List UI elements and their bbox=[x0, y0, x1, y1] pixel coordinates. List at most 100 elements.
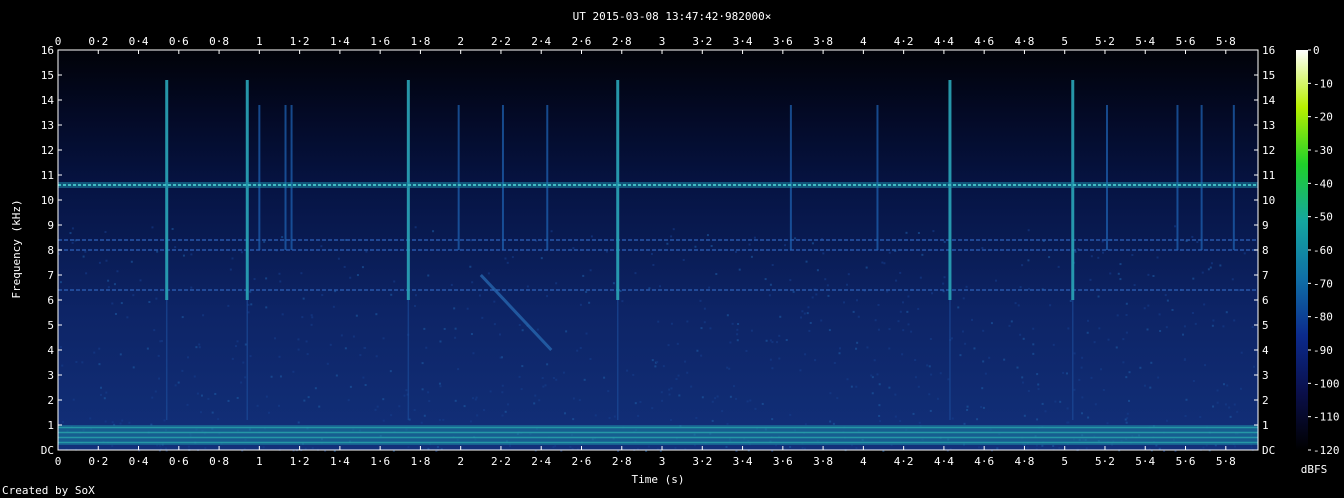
noise-speck bbox=[917, 307, 920, 310]
noise-speck bbox=[829, 392, 832, 395]
noise-speck bbox=[943, 276, 946, 279]
noise-speck bbox=[881, 261, 884, 264]
noise-speck bbox=[579, 303, 582, 306]
noise-speck bbox=[910, 330, 913, 333]
x-tick-label: 3·8 bbox=[813, 455, 833, 468]
noise-speck bbox=[1021, 381, 1024, 384]
colorbar-tick-label: -80 bbox=[1313, 311, 1333, 324]
noise-speck bbox=[163, 419, 166, 422]
noise-speck bbox=[988, 356, 991, 359]
noise-speck bbox=[1014, 302, 1017, 305]
x-tick-label: 3·6 bbox=[773, 35, 793, 48]
noise-speck bbox=[1052, 343, 1055, 346]
noise-speck bbox=[966, 408, 969, 411]
noise-speck bbox=[1086, 331, 1089, 334]
noise-speck bbox=[852, 310, 855, 313]
noise-speck bbox=[855, 447, 858, 450]
noise-speck bbox=[344, 347, 347, 350]
noise-speck bbox=[82, 255, 85, 258]
noise-speck bbox=[684, 360, 687, 363]
x-tick-label: 2·2 bbox=[491, 35, 511, 48]
colorbar-tick-label: -10 bbox=[1313, 77, 1333, 90]
noise-speck bbox=[103, 397, 106, 400]
noise-speck bbox=[1253, 365, 1256, 368]
noise-speck bbox=[1157, 376, 1160, 379]
noise-speck bbox=[656, 361, 659, 364]
noise-speck bbox=[682, 258, 685, 261]
x-tick-label: 5·8 bbox=[1216, 455, 1236, 468]
noise-speck bbox=[158, 377, 161, 380]
noise-speck bbox=[738, 268, 741, 271]
noise-speck bbox=[768, 294, 771, 297]
noise-speck bbox=[128, 421, 131, 424]
noise-speck bbox=[878, 383, 881, 386]
x-tick-label: 4 bbox=[860, 455, 867, 468]
noise-speck bbox=[1251, 326, 1254, 329]
noise-speck bbox=[931, 292, 934, 295]
noise-speck bbox=[1098, 327, 1101, 330]
noise-speck bbox=[1081, 396, 1084, 399]
noise-speck bbox=[1156, 256, 1159, 259]
noise-speck bbox=[59, 281, 62, 284]
noise-speck bbox=[1226, 384, 1229, 387]
noise-speck bbox=[1109, 272, 1112, 275]
noise-speck bbox=[202, 314, 205, 317]
noise-speck bbox=[1146, 328, 1149, 331]
noise-speck bbox=[736, 328, 739, 331]
y-tick-label: 2 bbox=[1262, 394, 1269, 407]
noise-speck bbox=[538, 399, 541, 402]
noise-speck bbox=[71, 241, 74, 244]
noise-speck bbox=[801, 447, 804, 450]
noise-speck bbox=[414, 226, 417, 229]
noise-speck bbox=[982, 406, 985, 409]
noise-speck bbox=[504, 257, 507, 260]
x-tick-label: 4·2 bbox=[894, 455, 914, 468]
noise-speck bbox=[632, 373, 635, 376]
noise-speck bbox=[1147, 273, 1150, 276]
noise-speck bbox=[565, 330, 568, 333]
noise-speck bbox=[439, 340, 442, 343]
noise-speck bbox=[901, 301, 904, 304]
noise-speck bbox=[469, 265, 472, 268]
noise-speck bbox=[154, 390, 157, 393]
noise-speck bbox=[879, 420, 882, 423]
x-tick-label: 2 bbox=[457, 35, 464, 48]
x-tick-label: 1·8 bbox=[410, 455, 430, 468]
noise-speck bbox=[361, 266, 364, 269]
noise-speck bbox=[1008, 324, 1011, 327]
noise-speck bbox=[364, 384, 367, 387]
noise-speck bbox=[654, 365, 657, 368]
noise-speck bbox=[542, 385, 545, 388]
noise-speck bbox=[803, 312, 806, 315]
noise-speck bbox=[114, 312, 117, 315]
noise-speck bbox=[130, 260, 133, 263]
x-tick-label: 1·4 bbox=[330, 35, 350, 48]
noise-speck bbox=[855, 385, 858, 388]
noise-speck bbox=[98, 347, 101, 350]
noise-speck bbox=[335, 374, 338, 377]
noise-speck bbox=[846, 378, 849, 381]
noise-speck bbox=[278, 272, 281, 275]
x-tick-label: 3·2 bbox=[692, 455, 712, 468]
noise-speck bbox=[856, 299, 859, 302]
noise-speck bbox=[750, 255, 753, 258]
noise-speck bbox=[113, 283, 116, 286]
y-axis-label: Frequency (kHz) bbox=[10, 199, 23, 298]
created-by-credit: Created by SoX bbox=[2, 484, 95, 497]
noise-speck bbox=[1233, 403, 1236, 406]
noise-speck bbox=[982, 329, 985, 332]
noise-speck bbox=[963, 422, 966, 425]
noise-speck bbox=[647, 445, 650, 448]
noise-speck bbox=[677, 374, 680, 377]
noise-speck bbox=[984, 372, 987, 375]
y-tick-label: 11 bbox=[1262, 169, 1275, 182]
noise-speck bbox=[311, 316, 314, 319]
noise-speck bbox=[579, 346, 582, 349]
noise-speck bbox=[878, 404, 881, 407]
x-tick-label: 1·4 bbox=[330, 455, 350, 468]
noise-speck bbox=[1019, 286, 1022, 289]
noise-speck bbox=[450, 283, 453, 286]
noise-speck bbox=[847, 273, 850, 276]
y-tick-label: 14 bbox=[1262, 94, 1276, 107]
noise-speck bbox=[390, 293, 393, 296]
